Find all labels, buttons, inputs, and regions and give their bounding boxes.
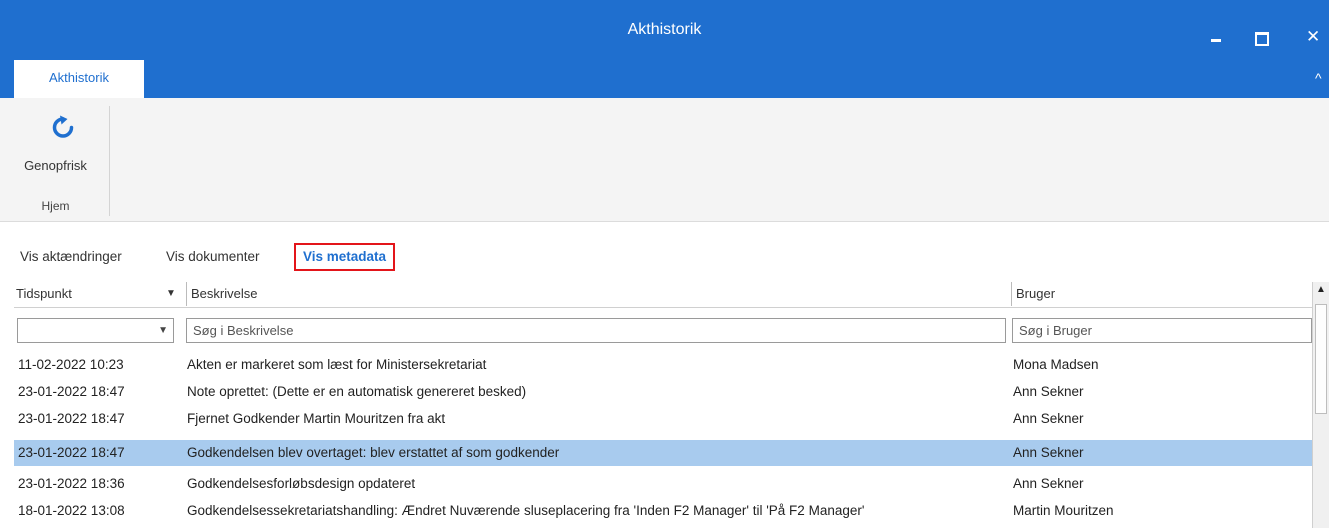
sort-desc-icon[interactable]: ▼ [166, 282, 176, 306]
title-bar: Akthistorik ✕ [0, 0, 1329, 60]
row-description: Godkendelsessekretariatshandling: Ændret… [187, 503, 865, 518]
row-user: Ann Sekner [1013, 411, 1084, 426]
table-row-selected[interactable]: 23-01-2022 18:47 Godkendelsen blev overt… [14, 440, 1312, 466]
row-description: Fjernet Godkender Martin Mouritzen fra a… [187, 411, 446, 426]
row-user: Martin Mouritzen [1013, 503, 1114, 518]
refresh-label: Genopfrisk [24, 158, 87, 173]
collapse-ribbon-icon[interactable]: ^ [1315, 70, 1322, 86]
tab-akthistorik[interactable]: Akthistorik [14, 60, 144, 98]
row-description: Note oprettet: (Dette er en automatisk g… [187, 384, 527, 399]
column-header-bruger[interactable]: Bruger [1011, 282, 1309, 306]
row-time: 23-01-2022 18:47 [18, 384, 125, 399]
table-row[interactable]: 23-01-2022 18:47 Fjernet Godkender Marti… [14, 406, 1312, 432]
ribbon: Genopfrisk Hjem [0, 98, 1329, 222]
bruger-search-input[interactable]: Søg i Bruger [1012, 318, 1312, 343]
scroll-thumb[interactable] [1315, 304, 1327, 414]
row-time: 11-02-2022 10:23 [18, 357, 124, 372]
vis-aktaendringer-link[interactable]: Vis aktændringer [20, 243, 122, 271]
row-description: Godkendelsesforløbsdesign opdateret [187, 476, 416, 491]
close-icon[interactable]: ✕ [1306, 28, 1320, 46]
scroll-up-icon[interactable]: ▲ [1313, 282, 1329, 298]
window-title: Akthistorik [627, 21, 702, 38]
row-user: Mona Madsen [1013, 357, 1099, 372]
row-time: 23-01-2022 18:47 [18, 445, 125, 460]
beskrivelse-search-input[interactable]: Søg i Beskrivelse [186, 318, 1006, 343]
row-time: 23-01-2022 18:36 [18, 476, 125, 491]
ribbon-tab-bar: Akthistorik ^ [0, 60, 1329, 98]
row-description: Akten er markeret som læst for Ministers… [187, 357, 487, 372]
row-user: Ann Sekner [1013, 476, 1084, 491]
history-grid: Tidspunkt ▼ Beskrivelse Bruger ▼ Søg i B… [14, 282, 1312, 528]
table-row[interactable]: 18-01-2022 13:08 Godkendelsessekretariat… [14, 498, 1312, 524]
row-description: Godkendelsen blev overtaget: blev erstat… [187, 445, 560, 460]
maximize-icon[interactable] [1255, 32, 1269, 46]
column-header-tidspunkt[interactable]: Tidspunkt ▼ [16, 282, 181, 306]
vertical-scrollbar[interactable]: ▲ [1312, 282, 1329, 528]
refresh-icon [52, 115, 74, 138]
column-header-beskrivelse[interactable]: Beskrivelse [186, 282, 1006, 306]
ribbon-group-hjem: Genopfrisk Hjem [8, 106, 110, 216]
column-header-label: Tidspunkt [16, 286, 72, 301]
row-time: 23-01-2022 18:47 [18, 411, 125, 426]
minimize-icon[interactable] [1210, 32, 1224, 46]
vis-dokumenter-link[interactable]: Vis dokumenter [166, 243, 260, 271]
group-label: Hjem [41, 199, 70, 213]
table-row[interactable]: 23-01-2022 18:47 Note oprettet: (Dette e… [14, 379, 1312, 405]
row-time: 18-01-2022 13:08 [18, 503, 125, 518]
tidspunkt-filter-select[interactable]: ▼ [17, 318, 174, 343]
table-row[interactable]: 23-01-2022 18:36 Godkendelsesforløbsdesi… [14, 471, 1312, 497]
table-row[interactable]: 11-02-2022 10:23 Akten er markeret som l… [14, 352, 1312, 378]
row-user: Ann Sekner [1013, 384, 1084, 399]
header-divider [14, 307, 1312, 308]
vis-metadata-link[interactable]: Vis metadata [294, 243, 396, 271]
dropdown-arrow-icon: ▼ [158, 325, 168, 336]
row-user: Ann Sekner [1013, 445, 1084, 460]
